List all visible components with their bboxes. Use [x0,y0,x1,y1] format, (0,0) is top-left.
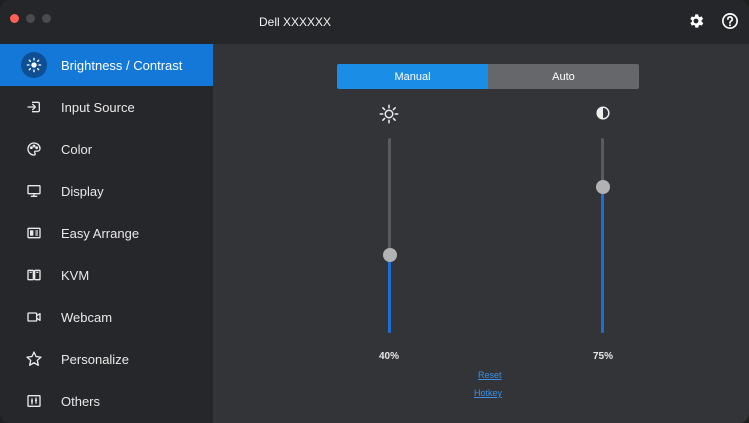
sidebar-item-label: Easy Arrange [61,225,140,241]
zoom-window-button[interactable] [42,14,51,23]
contrast-icon [596,106,610,125]
contrast-slider-fill [601,186,604,333]
brightness-slider-thumb[interactable] [382,248,397,262]
auto-mode-button[interactable]: Auto [488,64,639,89]
window-title: Dell XXXXXX [259,15,332,29]
brightness-slider-fill [388,255,391,333]
sidebar: Brightness / Contrast Input Source Color [0,44,213,423]
hotkey-link[interactable]: Hotkey [474,388,502,398]
mode-toggle: Manual Auto [337,64,639,89]
sidebar-item-label: KVM [61,267,90,283]
window-controls [10,14,51,23]
sidebar-item-label: Others [61,393,101,409]
webcam-icon [23,306,45,328]
star-icon [23,348,45,370]
layout-icon [23,222,45,244]
reset-link[interactable]: Reset [478,370,502,380]
minimize-window-button[interactable] [26,14,35,23]
color-palette-icon [23,138,45,160]
help-icon [722,13,738,29]
app-window: Dell XXXXXX Brightness / Contrast Input … [0,0,749,423]
kvm-icon [23,264,45,286]
sidebar-item-label: Brightness / Contrast [61,57,183,73]
sidebar-item-brightness-contrast[interactable]: Brightness / Contrast [0,44,213,86]
sidebar-item-label: Input Source [61,99,135,115]
sidebar-item-personalize[interactable]: Personalize [0,338,213,380]
sidebar-item-kvm[interactable]: KVM [0,254,213,296]
sidebar-item-display[interactable]: Display [0,170,213,212]
monitor-icon [23,180,45,202]
sidebar-item-label: Color [61,141,93,157]
sidebar-item-input-source[interactable]: Input Source [0,86,213,128]
contrast-value: 75% [593,351,614,362]
title-bar: Dell XXXXXX [0,0,749,44]
brightness-slider-track[interactable] [382,138,397,333]
sidebar-item-color[interactable]: Color [0,128,213,170]
sidebar-item-webcam[interactable]: Webcam [0,296,213,338]
close-window-button[interactable] [10,14,19,23]
settings-button[interactable] [684,9,708,33]
sidebar-item-label: Display [61,183,104,199]
sidebar-item-label: Webcam [61,309,113,325]
manual-mode-button[interactable]: Manual [337,64,488,89]
gear-icon [690,14,704,28]
help-button[interactable] [718,9,742,33]
brightness-icon [21,52,47,78]
sliders-icon [23,390,45,412]
contrast-slider-thumb[interactable] [595,179,610,194]
sidebar-item-others[interactable]: Others [0,380,213,422]
main-panel: Manual Auto 40% 75% Reset Hotkey [213,44,749,423]
sidebar-item-easy-arrange[interactable]: Easy Arrange [0,212,213,254]
input-source-icon [23,96,45,118]
brightness-icon [379,104,399,129]
contrast-slider-track[interactable] [595,138,610,333]
sidebar-item-label: Personalize [61,351,129,367]
brightness-value: 40% [379,351,400,362]
